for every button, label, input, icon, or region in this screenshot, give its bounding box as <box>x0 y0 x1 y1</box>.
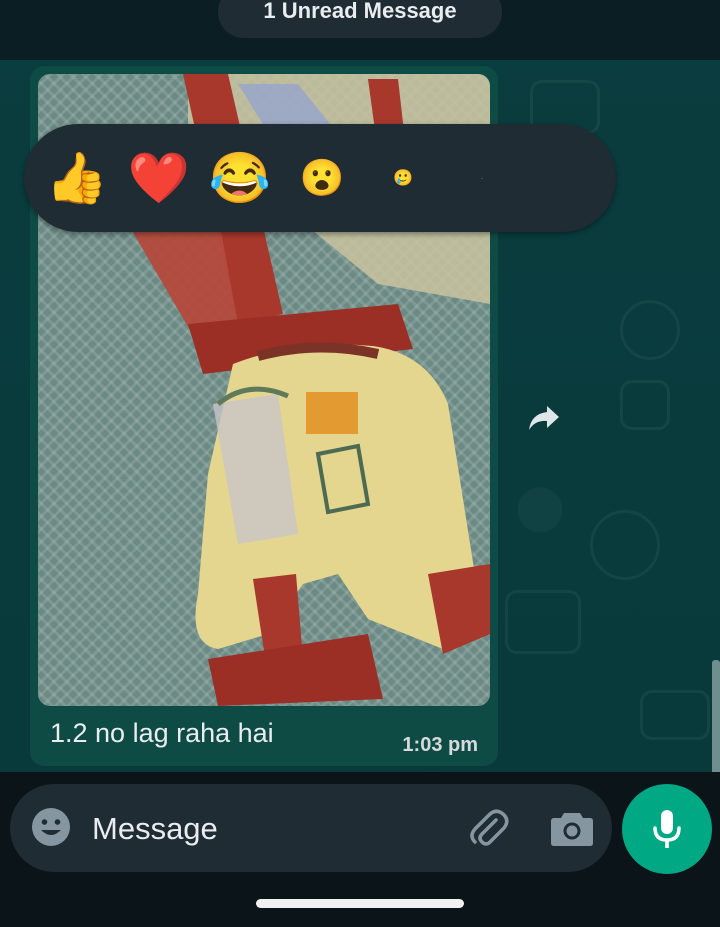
reaction-tears-of-joy[interactable]: 😂 <box>209 124 271 232</box>
mic-icon <box>653 810 681 848</box>
reaction-thumbs-up[interactable]: 👍 <box>46 124 108 232</box>
camera-icon <box>551 813 593 846</box>
message-time: 1:03 pm <box>402 734 478 756</box>
camera-button[interactable] <box>550 808 594 848</box>
reaction-red-heart[interactable]: ❤️ <box>128 124 190 232</box>
more-dot-icon: · <box>480 173 484 183</box>
emoji-icon <box>32 808 70 846</box>
wallpaper-hi-doodle <box>505 590 581 654</box>
forward-button[interactable] <box>524 398 564 438</box>
attach-icon <box>470 809 509 846</box>
voice-record-button[interactable] <box>622 784 712 874</box>
home-indicator[interactable] <box>256 899 464 908</box>
smiling-tear-icon: 🥲 <box>393 170 413 187</box>
wallpaper-circle-doodle <box>620 300 680 360</box>
reaction-picker: 👍 ❤️ 😂 😮 🥲 · <box>24 124 616 232</box>
wallpaper-clock-doodle <box>640 690 710 740</box>
reaction-open-mouth[interactable]: 😮 <box>298 124 346 232</box>
wallpaper-smiley-doodle <box>590 510 660 580</box>
thumbs-up-icon: 👍 <box>45 149 109 206</box>
reaction-smiling-tear[interactable]: 🥲 <box>389 124 417 232</box>
message-input[interactable] <box>92 806 442 852</box>
unread-banner: 1 Unread Message <box>218 0 502 38</box>
emoji-button[interactable] <box>30 806 72 848</box>
unread-text: 1 Unread Message <box>263 0 457 23</box>
heart-icon: ❤️ <box>127 149 191 206</box>
wallpaper-camera-doodle-2 <box>620 380 670 430</box>
laughing-face-icon: 😂 <box>208 149 272 206</box>
reaction-more[interactable]: · <box>472 124 492 232</box>
attach-button[interactable] <box>466 806 510 850</box>
surprised-face-icon: 😮 <box>299 157 345 198</box>
forward-icon <box>529 406 559 430</box>
scrollbar-thumb[interactable] <box>712 660 720 776</box>
message-caption: 1.2 no lag raha hai <box>50 718 274 748</box>
